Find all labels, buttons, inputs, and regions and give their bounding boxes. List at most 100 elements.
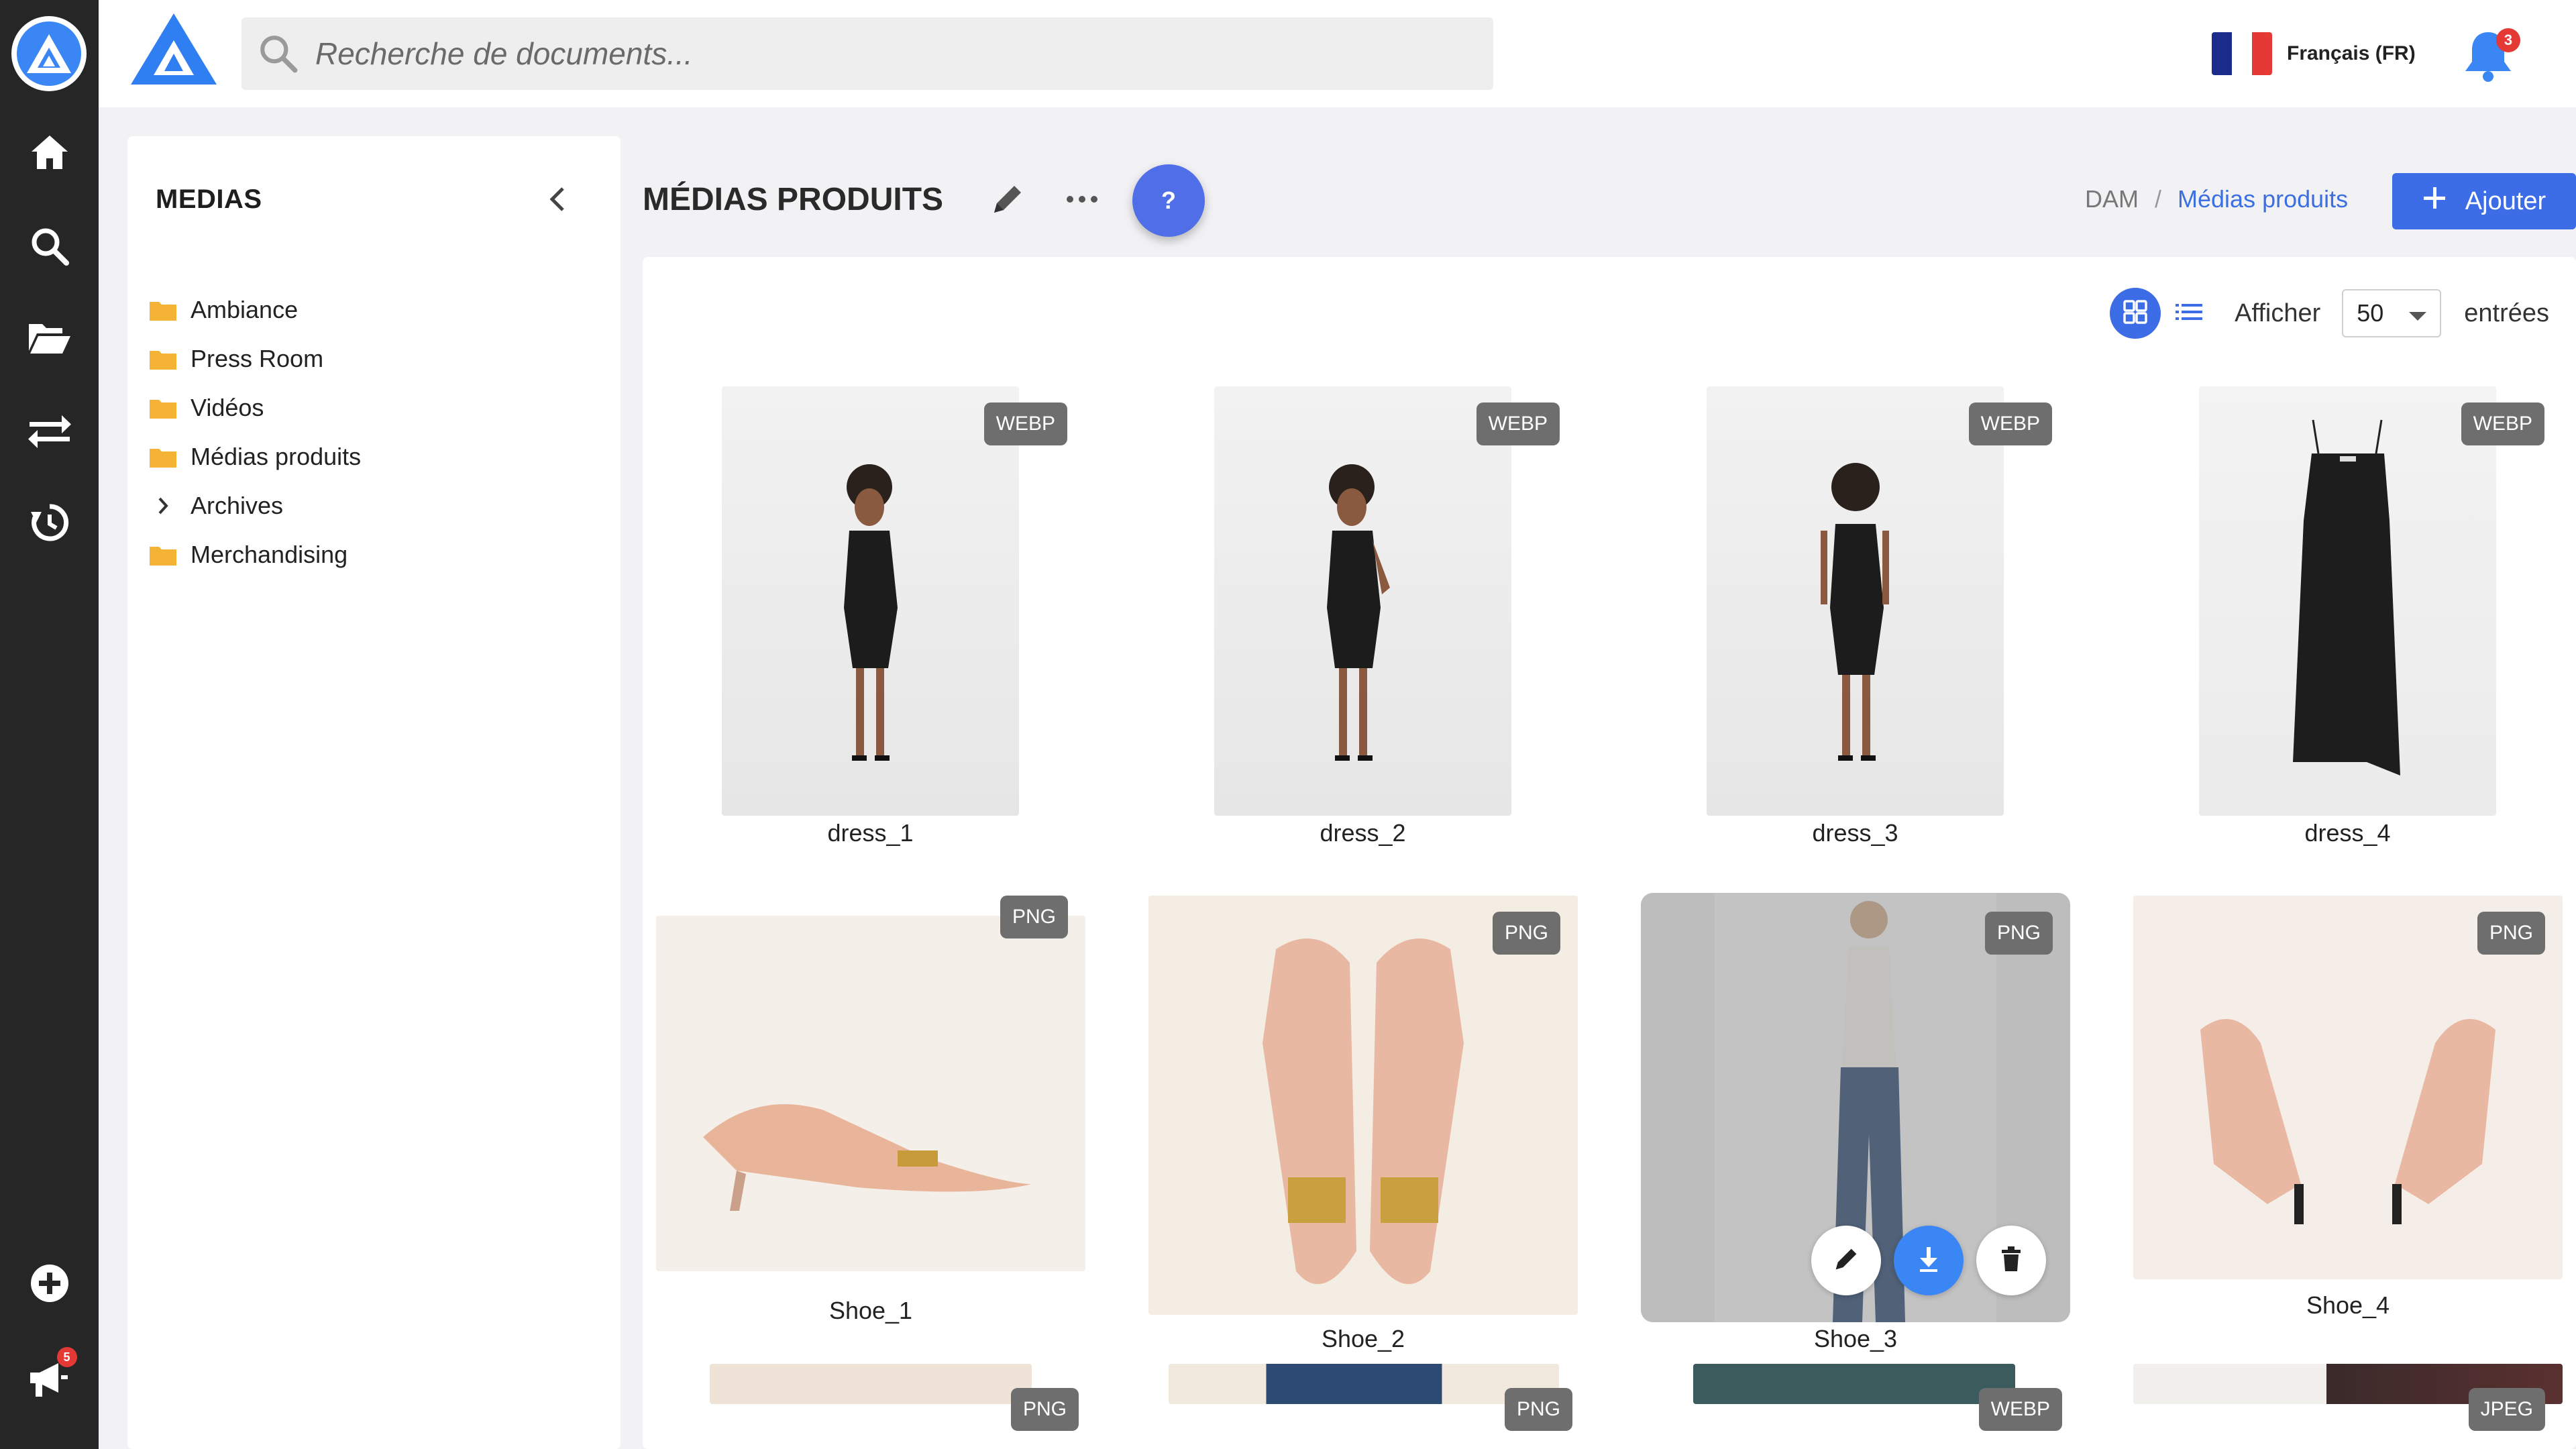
- folder-merchandising[interactable]: Merchandising: [149, 530, 361, 579]
- rail-search[interactable]: [0, 217, 99, 278]
- chevron-right-icon[interactable]: [149, 496, 177, 516]
- help-button[interactable]: ?: [1132, 164, 1205, 237]
- media-tile[interactable]: WEBP dress_3: [1707, 386, 2052, 856]
- media-name: dress_2: [1320, 819, 1406, 847]
- media-tile[interactable]: WEBP dress_2: [1214, 386, 1560, 856]
- more-options-button[interactable]: [1057, 176, 1107, 225]
- media-tile[interactable]: PNG Shoe_3: [1641, 893, 2070, 1352]
- show-entries-label: Afficher: [2235, 299, 2321, 327]
- transfer-icon: [28, 414, 71, 452]
- media-thumbnail[interactable]: [1169, 1364, 1559, 1404]
- search-icon: [241, 33, 315, 74]
- search-icon: [30, 226, 70, 270]
- folder-archives[interactable]: Archives: [149, 481, 361, 530]
- media-grid-card: Afficher 50 entrées WEBP dress_1 WEBP dr…: [643, 257, 2576, 1449]
- breadcrumb-dam[interactable]: DAM: [2085, 185, 2139, 213]
- grid-view-toggle[interactable]: [2110, 288, 2161, 339]
- media-thumbnail[interactable]: [1148, 896, 1578, 1315]
- delete-media-button[interactable]: [1976, 1226, 2046, 1295]
- folder-label: Archives: [191, 491, 284, 519]
- folder-label: Ambiance: [191, 295, 299, 323]
- media-thumbnail[interactable]: [710, 1364, 1032, 1404]
- rail-announcements[interactable]: 5: [0, 1347, 99, 1407]
- media-thumbnail[interactable]: [722, 386, 1019, 816]
- media-tile[interactable]: PNG: [710, 1364, 1079, 1449]
- more-horizontal-icon: [1066, 195, 1098, 207]
- top-bar: Français (FR) 3: [99, 0, 2576, 107]
- add-button[interactable]: Ajouter: [2392, 173, 2576, 229]
- rail-home[interactable]: [0, 123, 99, 184]
- format-badge: WEBP: [1968, 402, 2052, 445]
- pencil-icon: [990, 182, 1025, 220]
- media-thumbnail[interactable]: [1693, 1364, 2015, 1404]
- format-badge: JPEG: [2468, 1388, 2545, 1431]
- media-folders-panel: MEDIAS Ambiance Press Room Vidéos Médias…: [127, 136, 621, 1449]
- rail-history[interactable]: [0, 494, 99, 554]
- language-label: Français (FR): [2287, 42, 2416, 64]
- media-tile[interactable]: WEBP: [1693, 1364, 2062, 1449]
- rail-transfer[interactable]: [0, 402, 99, 463]
- breadcrumb-current[interactable]: Médias produits: [2178, 185, 2348, 213]
- panel-title: MEDIAS: [156, 184, 262, 214]
- nav-rail: 5: [0, 0, 99, 1449]
- folder-ambiance[interactable]: Ambiance: [149, 285, 361, 334]
- folder-label: Vidéos: [191, 393, 264, 421]
- search-input[interactable]: [315, 36, 1456, 72]
- megaphone-icon: 5: [28, 1347, 77, 1398]
- folder-videos[interactable]: Vidéos: [149, 383, 361, 432]
- download-icon: [1917, 1246, 1940, 1276]
- document-search[interactable]: [241, 17, 1493, 90]
- language-selector[interactable]: Français (FR): [2212, 32, 2416, 75]
- format-badge: WEBP: [983, 402, 1067, 445]
- media-thumbnail[interactable]: [2199, 386, 2496, 816]
- folder-press-room[interactable]: Press Room: [149, 334, 361, 383]
- media-name: Shoe_3: [1813, 1325, 1898, 1352]
- rail-add[interactable]: [0, 1254, 99, 1315]
- media-tile[interactable]: PNG Shoe_1: [656, 896, 1085, 1352]
- history-icon: [30, 502, 70, 546]
- collapse-panel-button[interactable]: [537, 180, 577, 221]
- add-button-label: Ajouter: [2465, 186, 2546, 215]
- format-badge: PNG: [1010, 1388, 1079, 1431]
- brand-logo[interactable]: [129, 11, 218, 86]
- page-title: MÉDIAS PRODUITS: [643, 182, 944, 217]
- edit-folder-button[interactable]: [983, 176, 1032, 225]
- rail-folders[interactable]: [0, 309, 99, 369]
- format-badge: PNG: [1984, 912, 2053, 955]
- media-name: dress_1: [827, 819, 914, 847]
- media-tile[interactable]: WEBP dress_1: [722, 386, 1067, 856]
- page-size-value: 50: [2357, 299, 2384, 327]
- folder-icon: [149, 397, 177, 419]
- folder-icon: [149, 299, 177, 321]
- media-thumbnail[interactable]: [1214, 386, 1511, 816]
- folder-label: Merchandising: [191, 540, 348, 568]
- list-view-toggle[interactable]: [2163, 288, 2214, 339]
- entries-label: entrées: [2464, 299, 2549, 327]
- media-thumbnail[interactable]: [1707, 386, 2004, 816]
- media-tile[interactable]: PNG Shoe_4: [2133, 896, 2563, 1352]
- app-logo[interactable]: [11, 16, 87, 91]
- media-name: dress_3: [1812, 819, 1898, 847]
- notification-badge: 5: [56, 1347, 77, 1367]
- media-tile[interactable]: JPEG: [2133, 1364, 2563, 1449]
- chevron-left-icon: [548, 186, 566, 216]
- media-name: dress_4: [2304, 819, 2391, 847]
- caret-down-icon: [2409, 299, 2427, 327]
- pencil-icon: [1833, 1246, 1860, 1276]
- download-media-button[interactable]: [1894, 1226, 1964, 1295]
- list-icon: [2176, 302, 2203, 325]
- plus-icon: [2422, 186, 2447, 217]
- edit-media-button[interactable]: [1811, 1226, 1881, 1295]
- folder-medias-produits[interactable]: Médias produits: [149, 432, 361, 481]
- breadcrumb: DAM / Médias produits: [2085, 185, 2348, 213]
- media-tile[interactable]: PNG Shoe_2: [1148, 896, 1578, 1352]
- media-tile[interactable]: WEBP dress_4: [2199, 386, 2544, 856]
- folder-open-icon: [28, 320, 72, 358]
- notifications-button[interactable]: 3: [2460, 24, 2520, 85]
- folder-label: Médias produits: [191, 442, 362, 470]
- home-icon: [30, 134, 69, 174]
- media-thumbnail[interactable]: [656, 916, 1085, 1271]
- folder-icon: [149, 544, 177, 566]
- page-size-select[interactable]: 50: [2342, 289, 2442, 337]
- media-tile[interactable]: PNG: [1169, 1364, 1572, 1449]
